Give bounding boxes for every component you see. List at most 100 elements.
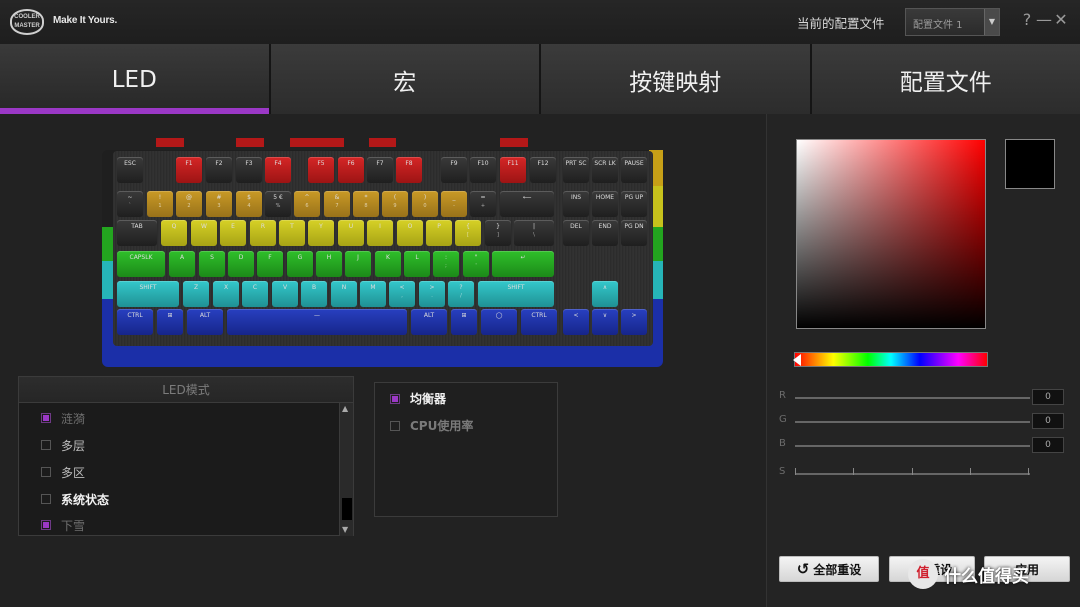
keyboard-key[interactable]: F6 (338, 157, 364, 183)
keyboard-key[interactable]: PAUSE (621, 157, 647, 183)
checkbox[interactable] (41, 494, 51, 504)
blue-value-field[interactable]: 0 (1032, 437, 1064, 453)
keyboard-key[interactable]: {[ (455, 220, 481, 246)
keyboard-key[interactable]: F8 (396, 157, 422, 183)
keyboard-key[interactable]: F12 (530, 157, 556, 183)
keyboard-key[interactable]: M (360, 281, 386, 307)
keyboard-key[interactable]: K (375, 251, 401, 277)
blue-slider[interactable] (795, 445, 1030, 447)
scrollbar[interactable]: ▲ ▼ (339, 403, 353, 536)
keyboard-key[interactable]: F1 (176, 157, 202, 183)
green-value-field[interactable]: 0 (1032, 413, 1064, 429)
tab-led[interactable]: LED (0, 44, 271, 114)
keyboard-key[interactable]: P (426, 220, 452, 246)
keyboard-key[interactable]: A (169, 251, 195, 277)
keyboard-key[interactable]: H (316, 251, 342, 277)
keyboard-key[interactable]: O (397, 220, 423, 246)
checkbox[interactable] (41, 520, 51, 530)
red-value-field[interactable]: 0 (1032, 389, 1064, 405)
keyboard-key[interactable]: E (220, 220, 246, 246)
keyboard-key[interactable]: I (367, 220, 393, 246)
keyboard-key[interactable]: CAPSLK (117, 251, 165, 277)
keyboard-key[interactable]: TAB (117, 220, 157, 246)
keyboard-key[interactable]: SCR LK (592, 157, 618, 183)
keyboard-key[interactable]: — (227, 309, 407, 335)
keyboard-key[interactable]: <, (389, 281, 415, 307)
keyboard-key[interactable]: _ - (441, 191, 467, 217)
keyboard-key[interactable]: < (563, 309, 589, 335)
keyboard-key[interactable]: CTRL (117, 309, 153, 335)
keyboard-key[interactable]: J (345, 251, 371, 277)
keyboard-key[interactable]: INS (563, 191, 589, 217)
checkbox[interactable] (390, 420, 400, 431)
keyboard-key[interactable]: N (331, 281, 357, 307)
checkbox[interactable] (41, 413, 51, 423)
keyboard-key[interactable]: Y (308, 220, 334, 246)
keyboard-key[interactable]: B (301, 281, 327, 307)
scrollbar-thumb[interactable] (342, 498, 352, 520)
checkbox[interactable] (41, 467, 51, 477)
green-slider[interactable] (795, 421, 1030, 423)
tab-key-mapping[interactable]: 按键映射 (541, 44, 812, 114)
keyboard-key[interactable]: F (257, 251, 283, 277)
keyboard-key[interactable]: Q (161, 220, 187, 246)
help-icon[interactable]: ? (1019, 10, 1035, 30)
keyboard-key[interactable]: #3 (206, 191, 232, 217)
keyboard-key[interactable]: G (287, 251, 313, 277)
checkbox[interactable] (390, 393, 400, 404)
checkbox[interactable] (41, 440, 51, 450)
keyboard-key[interactable]: ◯ (481, 309, 517, 335)
keyboard-key[interactable]: ? / (448, 281, 474, 307)
keyboard-key[interactable]: > (621, 309, 647, 335)
keyboard-key[interactable]: DEL (563, 220, 589, 246)
keyboard-key[interactable]: ) 0 (412, 191, 438, 217)
minimize-icon[interactable]: — (1036, 10, 1052, 30)
led-mode-item[interactable]: 涟漪 (41, 409, 85, 427)
keyboard-key[interactable]: " ' (463, 251, 489, 277)
keyboard-key[interactable]: W (191, 220, 217, 246)
keyboard-key[interactable]: ∨ (592, 309, 618, 335)
keyboard-key[interactable]: (9 (382, 191, 408, 217)
keyboard-key[interactable]: :; (433, 251, 459, 277)
option-item[interactable]: CPU使用率 (390, 417, 473, 434)
led-mode-item[interactable]: 系统状态 (41, 490, 109, 508)
keyboard-key[interactable]: F10 (470, 157, 496, 183)
keyboard-key[interactable]: ⊞ (451, 309, 477, 335)
chevron-down-icon[interactable]: ▼ (984, 9, 999, 35)
keyboard-key[interactable]: ALT (187, 309, 223, 335)
keyboard-key[interactable]: V (272, 281, 298, 307)
tab-macro[interactable]: 宏 (270, 44, 541, 114)
keyboard-key[interactable]: * 8 (353, 191, 379, 217)
keyboard-key[interactable]: F9 (441, 157, 467, 183)
led-mode-item[interactable]: 下雪 (41, 516, 85, 534)
keyboard-key[interactable]: ! 1 (147, 191, 173, 217)
keyboard-key[interactable]: ESC (117, 157, 143, 183)
hue-slider[interactable] (793, 352, 988, 367)
keyboard-key[interactable]: PG UP (621, 191, 647, 217)
keyboard-key[interactable]: @2 (176, 191, 202, 217)
keyboard-key[interactable]: F11 (500, 157, 526, 183)
keyboard-key[interactable]: = + (470, 191, 496, 217)
keyboard-key[interactable]: >. (419, 281, 445, 307)
keyboard-key[interactable]: ⊞ (157, 309, 183, 335)
keyboard-key[interactable]: $4 (236, 191, 262, 217)
keyboard-key[interactable]: ALT (411, 309, 447, 335)
red-slider[interactable] (795, 397, 1030, 399)
keyboard-key[interactable]: & 7 (324, 191, 350, 217)
close-icon[interactable]: ✕ (1053, 10, 1069, 30)
keyboard-key[interactable]: L (404, 251, 430, 277)
keyboard-key[interactable]: 5 €% (265, 191, 291, 217)
keyboard-key[interactable]: F5 (308, 157, 334, 183)
keyboard-key[interactable]: SHIFT (117, 281, 179, 307)
keyboard-key[interactable]: ^ 6 (294, 191, 320, 217)
keyboard-key[interactable]: END (592, 220, 618, 246)
profile-select[interactable]: 配置文件 1 ▼ (905, 8, 1000, 36)
keyboard-key[interactable]: | \ (514, 220, 554, 246)
reset-all-button[interactable]: ↺ 全部重设 (779, 556, 879, 582)
keyboard-key[interactable]: X (213, 281, 239, 307)
keyboard-key[interactable]: ~ ` (117, 191, 143, 217)
keyboard-key[interactable]: F4 (265, 157, 291, 183)
keyboard-key[interactable]: PG DN (621, 220, 647, 246)
option-item[interactable]: 均衡器 (390, 390, 446, 407)
keyboard-key[interactable]: ⟵ (500, 191, 554, 217)
